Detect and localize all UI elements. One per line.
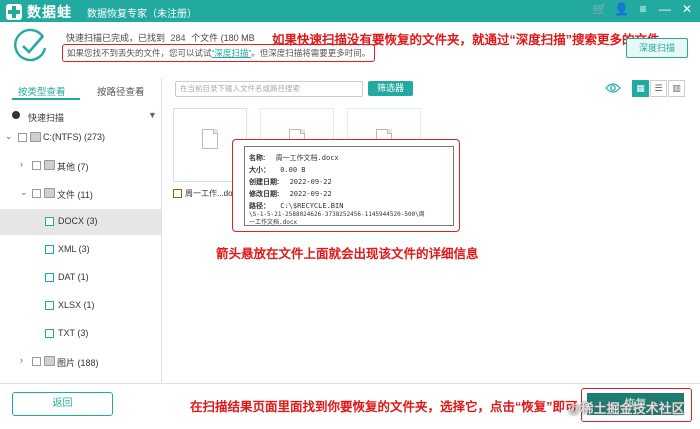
app-subtitle: 数据恢复专家（未注册） xyxy=(87,9,197,20)
tree-item-xlsx[interactable]: XLSX (1) xyxy=(0,293,161,319)
app-name: 数据蛙 xyxy=(27,4,72,20)
chevron-down-icon: ▼ xyxy=(148,110,157,120)
window-controls: 🛒 👤 ≡ — ✕ xyxy=(592,2,694,16)
tree-item-images[interactable]: › 图片 (188) xyxy=(0,349,161,375)
checkbox[interactable] xyxy=(45,273,54,282)
tree-item-c-drive[interactable]: ⌄ C:(NTFS) (273) xyxy=(0,125,161,151)
detail-value: 2022-09-22 xyxy=(289,178,332,186)
checkbox[interactable] xyxy=(32,357,41,366)
tree-label: 图片 (188) xyxy=(57,358,99,368)
image-icon xyxy=(44,356,55,366)
hint-suffix: 。但深度扫描将需要更多时间。 xyxy=(251,48,371,58)
document-icon xyxy=(202,129,218,149)
detail-value: 0.00 B xyxy=(280,166,306,174)
tab-by-type[interactable]: 按类型查看 xyxy=(18,84,66,98)
search-input[interactable]: 在当前目录下输入文件名或路径搜索 xyxy=(175,81,363,97)
tree-label: 其他 (7) xyxy=(57,162,89,172)
detail-label: 名称: xyxy=(249,155,266,162)
watermark: @稀土掘金技术社区 xyxy=(568,401,685,416)
close-icon[interactable]: ✕ xyxy=(680,2,694,16)
detail-value: 周一工作文档.docx xyxy=(275,154,339,162)
detail-name: 名称: 周一工作文档.docx xyxy=(249,153,339,163)
menu-icon[interactable]: ≡ xyxy=(636,2,650,16)
list-view-icon[interactable]: ☰ xyxy=(650,80,667,97)
checkbox[interactable] xyxy=(32,161,41,170)
cart-icon[interactable]: 🛒 xyxy=(592,2,607,16)
title-bar: 数据蛙 数据恢复专家（未注册） 🛒 👤 ≡ — ✕ xyxy=(0,0,700,22)
chevron-down-icon[interactable]: ⌄ xyxy=(20,187,28,198)
file-details-tooltip: 名称: 周一工作文档.docx 大小： 0.00 B 创建日期: 2022-09… xyxy=(232,139,460,232)
view-tabs: 按类型查看 按路径查看 xyxy=(0,78,161,102)
checkbox[interactable] xyxy=(45,301,54,310)
tree-label: XML (3) xyxy=(58,244,90,254)
tree-label: DAT (1) xyxy=(58,272,89,282)
checkbox[interactable] xyxy=(45,329,54,338)
minimize-icon[interactable]: — xyxy=(658,2,672,16)
found-size: 180 MB xyxy=(223,33,255,43)
chevron-down-icon[interactable]: ⌄ xyxy=(5,131,13,142)
found-count: 284 xyxy=(170,33,186,43)
tree-item-files[interactable]: ⌄ 文件 (11) xyxy=(0,181,161,207)
tooltip-content: 名称: 周一工作文档.docx 大小： 0.00 B 创建日期: 2022-09… xyxy=(244,146,454,226)
status-prefix: 快速扫描已完成，已找到 xyxy=(66,33,166,43)
user-icon[interactable]: 👤 xyxy=(614,2,629,16)
scan-mode-label: 快速扫描 xyxy=(28,113,65,123)
annotation-top: 如果快速扫描没有要恢复的文件夹，就通过“深度扫描”搜索更多的文件 xyxy=(272,33,660,47)
tree-item-docx[interactable]: DOCX (3) xyxy=(0,209,161,235)
tree-item-other[interactable]: › 其他 (7) xyxy=(0,153,161,179)
tree-label: 文件 (11) xyxy=(57,190,93,200)
tree-label: C:(NTFS) (273) xyxy=(43,132,106,142)
drive-icon xyxy=(30,132,41,142)
tree-label: DOCX (3) xyxy=(58,216,98,226)
annotation-middle: 箭头悬放在文件上面就会出现该文件的详细信息 xyxy=(216,247,479,261)
tree-item-dat[interactable]: DAT (1) xyxy=(0,265,161,291)
annotation-bottom: 在扫描结果页面里面找到你要恢复的文件夹，选择它，点击“恢复”即可 xyxy=(190,400,578,414)
detail-size: 大小： 0.00 B xyxy=(249,165,306,175)
radio-icon xyxy=(12,111,20,119)
eye-icon[interactable] xyxy=(605,82,621,94)
file-icon xyxy=(44,188,55,198)
checkbox[interactable] xyxy=(32,189,41,198)
chevron-right-icon[interactable]: › xyxy=(20,355,23,365)
tree-label: XLSX (1) xyxy=(58,300,95,310)
tree-item-txt[interactable]: TXT (3) xyxy=(0,321,161,347)
detail-value: 2022-09-22 xyxy=(289,190,332,198)
checkbox[interactable] xyxy=(18,133,27,142)
deep-scan-button[interactable]: 深度扫描 xyxy=(626,38,688,58)
detail-modified: 修改日期: 2022-09-22 xyxy=(249,189,332,199)
back-button[interactable]: 返回 xyxy=(12,392,113,416)
active-tab-indicator xyxy=(12,98,80,100)
status-middle: 个文件 ( xyxy=(191,33,224,43)
chevron-right-icon[interactable]: › xyxy=(20,159,23,169)
scan-complete-icon xyxy=(14,28,47,62)
grid-view-icon[interactable]: ▦ xyxy=(632,80,649,97)
scan-status: 快速扫描已完成，已找到 284 个文件 (180 MB xyxy=(66,31,255,44)
tab-by-path[interactable]: 按路径查看 xyxy=(97,84,145,98)
detail-path-3: 一工作文档.docx xyxy=(249,219,298,226)
checkbox[interactable] xyxy=(45,245,54,254)
detail-label: 修改日期: xyxy=(249,191,280,198)
tree-label: TXT (3) xyxy=(58,328,89,338)
filter-button[interactable]: 筛选器 xyxy=(368,81,413,96)
left-panel: 按类型查看 按路径查看 快速扫描 ▼ ⌄ C:(NTFS) (273) › 其他… xyxy=(0,78,162,383)
hint-prefix: 如果您找不到丢失的文件，您可以试试 xyxy=(67,48,212,58)
detail-created: 创建日期: 2022-09-22 xyxy=(249,177,332,187)
detail-label: 创建日期: xyxy=(249,179,280,186)
detail-view-icon[interactable]: ▥ xyxy=(668,80,685,97)
file-checkbox[interactable] xyxy=(173,189,182,198)
tree-item-xml[interactable]: XML (3) xyxy=(0,237,161,263)
checkbox[interactable] xyxy=(45,217,54,226)
divider xyxy=(0,383,700,384)
deep-scan-link[interactable]: “深度扫描” xyxy=(212,48,252,58)
logo-cross-icon xyxy=(6,4,22,20)
app-logo: 数据蛙 xyxy=(6,2,72,22)
detail-label: 大小： xyxy=(249,167,270,174)
folder-icon xyxy=(44,160,55,170)
